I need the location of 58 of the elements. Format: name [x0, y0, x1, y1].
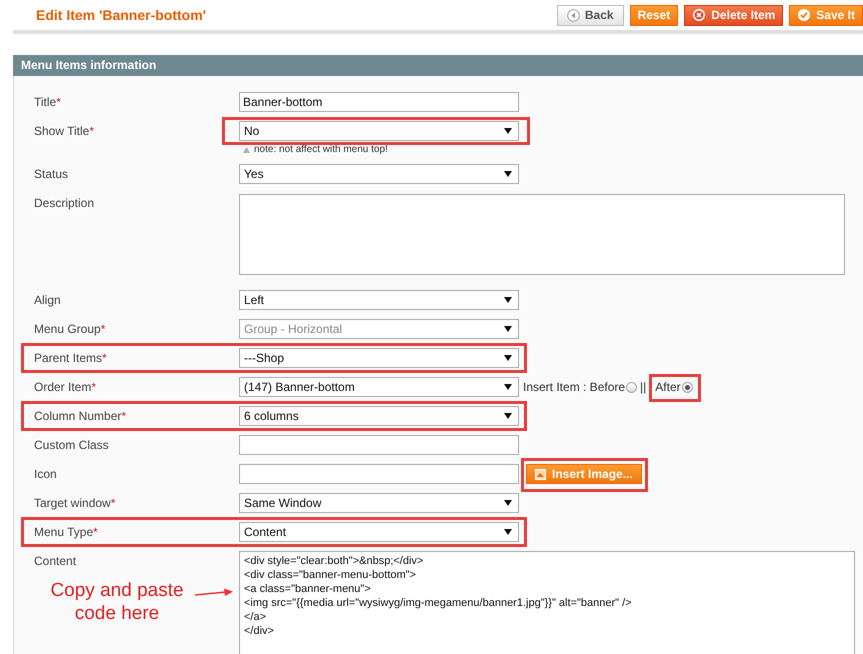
code-line: <img src="{{media url="wysiwyg/img-megamenu/banner1.jpg"}}" alt="banner" /> [244, 596, 632, 610]
dropdown[interactable]: Yes [239, 164, 519, 184]
back-icon [566, 8, 580, 22]
dropdown[interactable]: Same Window [239, 493, 519, 513]
field-label: Icon [34, 466, 57, 483]
code-line: </div> [244, 624, 274, 638]
field-label: Menu Type* [34, 524, 98, 541]
field-label: Align [34, 292, 61, 309]
field-label: Target window* [34, 495, 116, 512]
option-label: After [655, 380, 681, 394]
dropdown[interactable]: Left [239, 290, 519, 310]
close-icon [692, 8, 706, 22]
caret-icon [504, 171, 512, 177]
text-field[interactable]: Banner-bottom [239, 92, 519, 112]
dropdown[interactable]: No [239, 121, 519, 141]
field-label: Parent Items* [34, 350, 107, 367]
text-area[interactable] [239, 194, 845, 275]
code-line: <a class="banner-menu"> [244, 582, 371, 596]
caret-icon [504, 355, 512, 361]
field-label: Custom Class [34, 437, 109, 454]
field-label: Title* [34, 94, 61, 111]
caret-icon [504, 384, 512, 390]
image-icon [535, 468, 546, 480]
field-label: Status [34, 166, 68, 183]
field-note: note: not affect with menu top! [254, 144, 388, 155]
section-header: Menu Items information [13, 55, 863, 76]
caret-icon [504, 326, 512, 332]
field-label: Show Title* [34, 123, 94, 140]
radio-button[interactable] [626, 382, 638, 392]
field-label: Content [34, 553, 76, 570]
triangle-icon [243, 146, 250, 152]
annotation-text: Copy and paste code here [49, 579, 185, 625]
code-line: <div style="clear:both">&nbsp;</div> [244, 554, 424, 568]
dropdown[interactable]: (147) Banner-bottom [239, 377, 519, 397]
action-button[interactable]: Back [556, 4, 624, 26]
field-label: Description [34, 195, 94, 212]
code-line: </a> [244, 610, 266, 624]
text-field[interactable] [239, 464, 519, 484]
page-title: Edit Item 'Banner-bottom' [36, 7, 206, 23]
arrow-icon [194, 587, 234, 599]
dropdown[interactable]: 6 columns [239, 406, 519, 426]
dropdown[interactable]: ---Shop [239, 348, 519, 368]
option-label: Insert Item : Before [523, 380, 626, 394]
field-label: Menu Group* [34, 321, 106, 338]
dropdown[interactable]: Content [239, 522, 519, 542]
separator-text: || [640, 380, 646, 394]
field-label: Order Item* [34, 379, 96, 396]
code-editor[interactable]: <div style="clear:both">&nbsp;</div> <div class="banner-menu-bottom"> <a class="banner-menu"> <img src="{{media url="wysiwyg/img-megamenu/banner1.jpg"}}" alt="banner" /> </a> </div> [239, 551, 855, 654]
caret-icon [504, 500, 512, 506]
check-icon [797, 8, 812, 22]
caret-icon [504, 128, 512, 134]
radio-button[interactable] [682, 382, 693, 392]
field-label: Column Number* [34, 408, 126, 425]
caret-icon [504, 529, 512, 535]
caret-icon [504, 297, 512, 303]
text-field[interactable] [239, 435, 519, 455]
code-line: <div class="banner-menu-bottom"> [244, 568, 416, 582]
caret-icon [504, 413, 512, 419]
